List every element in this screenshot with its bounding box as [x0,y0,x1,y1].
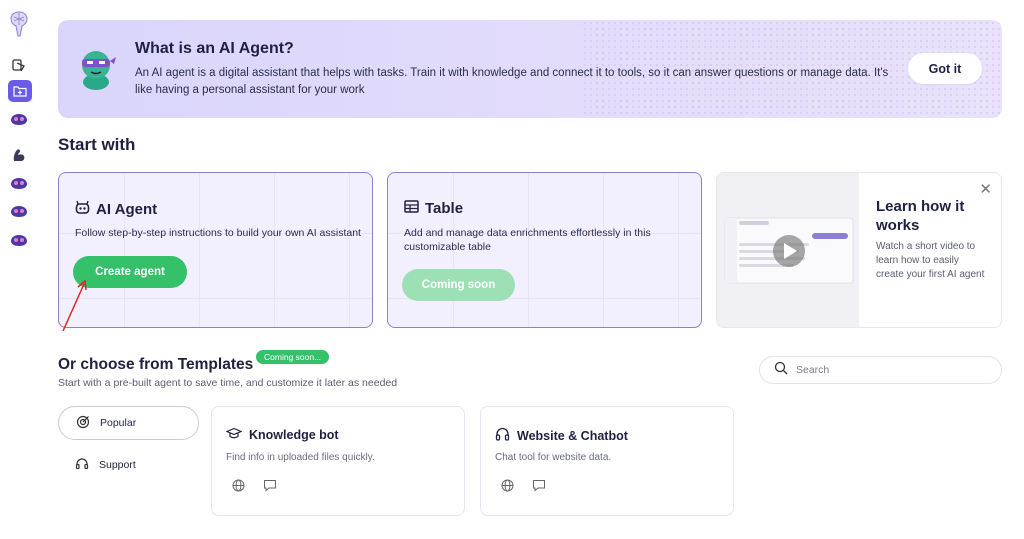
templates-heading: Or choose from Templates [58,356,254,373]
headset-icon [75,457,89,474]
globe-icon [232,479,245,497]
coming-soon-button: Coming soon [402,269,515,301]
card-grid-pattern [59,173,372,327]
search-input[interactable] [796,364,976,376]
template-card-title: Website & Chatbot [517,428,628,443]
chat-bubble-icon [532,479,546,497]
learn-title: Learn how it works [876,198,965,234]
search-icon [774,361,788,380]
table-icon [404,200,419,217]
banner-description: An AI agent is a digital assistant that … [135,67,889,96]
table-heading: Table [404,200,463,217]
graduation-cap-icon [225,427,243,443]
category-popular[interactable]: Popular [58,406,199,440]
template-card-description: Find info in uploaded files quickly. [226,452,375,463]
agent-avatar-icon-3[interactable] [8,200,30,222]
globe-icon [501,479,514,497]
category-support[interactable]: Support [58,448,199,482]
muscle-icon[interactable] [8,144,30,166]
template-card-channels [232,479,277,497]
template-card-channels [501,479,546,497]
ai-agent-description: Follow step-by-step instructions to buil… [75,227,361,239]
agent-avatar-icon-4[interactable] [8,229,30,251]
headphones-icon [495,427,510,444]
got-it-button[interactable]: Got it [908,53,982,84]
new-folder-icon[interactable] [8,80,32,102]
template-card-heading: Website & Chatbot [495,427,628,444]
table-title: Table [425,200,464,217]
ninja-avatar-icon [82,51,116,90]
learn-description: Watch a short video to learn how to easi… [876,241,985,280]
video-thumbnail[interactable] [717,173,859,327]
category-label: Support [99,459,136,471]
template-card-title: Knowledge bot [249,428,339,442]
red-arrow-annotation [62,279,87,332]
ai-agent-card[interactable]: AI Agent Follow step-by-step instruction… [58,172,373,328]
ai-agent-heading: AI Agent [75,200,157,219]
info-banner: What is an AI Agent? An AI agent is a di… [58,20,1002,118]
category-label: Popular [100,417,137,429]
sidebar [0,0,40,539]
coming-soon-badge: Coming soon... [256,350,330,364]
agent-avatar-icon-2[interactable] [8,172,30,194]
docs-icon[interactable] [8,54,30,76]
brain-logo-icon[interactable] [7,10,31,38]
table-card[interactable]: Table Add and manage data enrichments ef… [387,172,702,328]
target-icon [76,415,90,432]
template-card-description: Chat tool for website data. [495,452,612,463]
table-description: Add and manage data enrichments effortle… [404,227,651,253]
template-card-heading: Knowledge bot [225,427,339,443]
template-card-website-chatbot[interactable]: Website & Chatbot Chat tool for website … [480,406,734,516]
ai-agent-title: AI Agent [96,201,158,218]
search-box[interactable] [759,356,1002,384]
agent-avatar-icon-1[interactable] [8,108,30,130]
robot-icon [75,200,90,219]
start-with-heading: Start with [58,135,136,154]
chat-bubble-icon [263,479,277,497]
template-card-knowledge-bot[interactable]: Knowledge bot Find info in uploaded file… [211,406,465,516]
learn-video-card[interactable]: Learn how it works Watch a short video t… [716,172,1002,328]
close-icon[interactable]: ✕ [979,180,992,198]
video-preview-image [724,217,854,284]
banner-title: What is an AI Agent? [135,40,294,57]
templates-subtitle: Start with a pre-built agent to save tim… [58,377,398,389]
